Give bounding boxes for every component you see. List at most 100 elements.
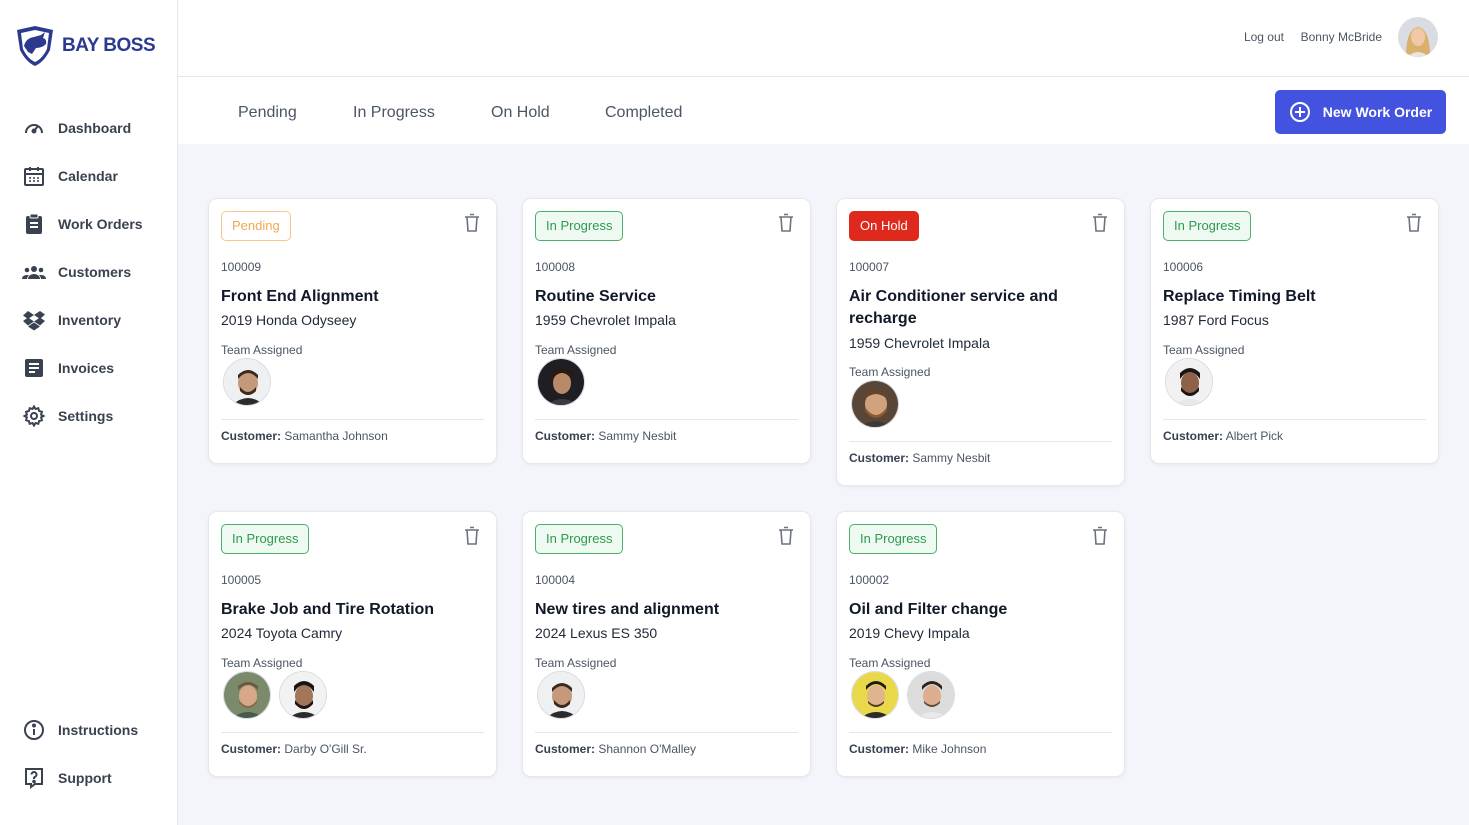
tab-on-hold[interactable]: On Hold xyxy=(491,104,550,122)
status-badge: On Hold xyxy=(849,211,919,241)
customer-name: Shannon O'Malley xyxy=(598,742,697,756)
work-orders-board: Pending 100009 Front End Alignment 2019 … xyxy=(178,144,1469,825)
customer-name: Sammy Nesbit xyxy=(598,429,677,443)
sidebar-item-work-orders[interactable]: Work Orders xyxy=(22,212,143,236)
card-divider xyxy=(1163,419,1426,420)
team-member-avatar[interactable] xyxy=(851,380,899,428)
sidebar-item-inventory[interactable]: Inventory xyxy=(22,308,121,332)
clipboard-icon xyxy=(26,213,42,234)
team-member-avatar[interactable] xyxy=(279,671,327,719)
trash-icon[interactable] xyxy=(1092,526,1108,546)
trash-icon[interactable] xyxy=(778,213,794,233)
card-divider xyxy=(849,732,1112,733)
work-order-number: 100009 xyxy=(221,260,262,274)
customer-line: Customer: Albert Pick xyxy=(1163,429,1283,443)
trash-icon[interactable] xyxy=(464,213,480,233)
work-order-card[interactable]: In Progress 100006 Replace Timing Belt 1… xyxy=(1150,198,1439,464)
boxes-icon xyxy=(23,311,45,331)
sidebar: BAY BOSS Dashboard Calendar Work Orders … xyxy=(0,0,178,825)
team-avatars xyxy=(1165,358,1213,406)
trash-icon[interactable] xyxy=(1092,213,1108,233)
sidebar-item-calendar[interactable]: Calendar xyxy=(22,164,118,188)
trash-icon[interactable] xyxy=(1406,213,1422,233)
team-member-avatar[interactable] xyxy=(537,358,585,406)
team-assigned-label: Team Assigned xyxy=(221,656,303,670)
team-avatars xyxy=(851,380,899,428)
team-member-avatar[interactable] xyxy=(851,671,899,719)
card-divider xyxy=(535,419,798,420)
status-tabs: Pending In Progress On Hold Completed Ne… xyxy=(178,78,1469,144)
team-member-avatar[interactable] xyxy=(537,671,585,719)
work-order-card[interactable]: In Progress 100002 Oil and Filter change… xyxy=(836,511,1125,777)
team-avatars xyxy=(537,671,585,719)
work-order-number: 100004 xyxy=(535,573,576,587)
card-divider xyxy=(221,419,484,420)
tab-in-progress[interactable]: In Progress xyxy=(353,104,435,122)
team-member-avatar[interactable] xyxy=(223,671,271,719)
gauge-icon xyxy=(25,124,43,134)
work-order-title: Routine Service xyxy=(535,288,656,305)
work-order-title: Brake Job and Tire Rotation xyxy=(221,601,435,618)
user-avatar[interactable] xyxy=(1398,17,1438,57)
team-member-avatar[interactable] xyxy=(1165,358,1213,406)
sidebar-item-label: Settings xyxy=(58,408,114,424)
card-divider xyxy=(849,441,1112,442)
work-order-number: 100006 xyxy=(1163,260,1204,274)
customer-line: Customer: Sammy Nesbit xyxy=(849,451,990,465)
team-member-avatar[interactable] xyxy=(907,671,955,719)
sidebar-item-label: Customers xyxy=(58,264,132,280)
plus-circle-icon xyxy=(1289,102,1310,122)
customer-name: Sammy Nesbit xyxy=(912,451,991,465)
sidebar-item-customers[interactable]: Customers xyxy=(22,260,131,284)
work-order-title: Oil and Filter change xyxy=(849,601,1008,618)
users-icon xyxy=(22,266,46,279)
work-order-card[interactable]: In Progress 100008 Routine Service 1959 … xyxy=(522,198,811,464)
work-order-card[interactable]: In Progress 100005 Brake Job and Tire Ro… xyxy=(208,511,497,777)
work-order-card[interactable]: Pending 100009 Front End Alignment 2019 … xyxy=(208,198,497,464)
work-order-card[interactable]: On Hold 100007 Air Conditioner service a… xyxy=(836,198,1125,486)
customer-line: Customer: Samantha Johnson xyxy=(221,429,388,443)
sidebar-item-label: Inventory xyxy=(58,312,122,328)
customer-label: Customer: xyxy=(221,429,282,443)
team-avatars xyxy=(223,358,271,406)
calendar-icon xyxy=(24,167,44,186)
sidebar-item-label: Support xyxy=(58,770,112,786)
work-order-title: Air Conditioner service and recharge xyxy=(849,288,1058,327)
sidebar-item-settings[interactable]: Settings xyxy=(22,404,113,428)
sidebar-item-invoices[interactable]: Invoices xyxy=(22,356,114,380)
status-badge: In Progress xyxy=(535,211,624,241)
team-avatars xyxy=(537,358,585,406)
sidebar-item-support[interactable]: Support xyxy=(22,766,112,790)
team-avatars xyxy=(851,671,955,719)
vehicle: 1959 Chevrolet Impala xyxy=(849,335,990,351)
customer-label: Customer: xyxy=(849,742,910,756)
trash-icon[interactable] xyxy=(464,526,480,546)
sidebar-item-instructions[interactable]: Instructions xyxy=(22,718,138,742)
customer-label: Customer: xyxy=(849,451,910,465)
customer-label: Customer: xyxy=(535,429,596,443)
sidebar-item-dashboard[interactable]: Dashboard xyxy=(22,116,131,140)
brand-name: BAY BOSS xyxy=(62,35,156,56)
tab-pending[interactable]: Pending xyxy=(238,104,297,122)
logout-link[interactable]: Log out xyxy=(1244,30,1284,44)
brand-logo[interactable]: BAY BOSS xyxy=(14,24,156,68)
work-order-number: 100007 xyxy=(849,260,890,274)
tab-completed[interactable]: Completed xyxy=(605,104,682,122)
vehicle: 1987 Ford Focus xyxy=(1163,312,1269,328)
trash-icon[interactable] xyxy=(778,526,794,546)
customer-name: Samantha Johnson xyxy=(284,429,388,443)
status-badge: In Progress xyxy=(849,524,938,554)
work-order-card[interactable]: In Progress 100004 New tires and alignme… xyxy=(522,511,811,777)
team-assigned-label: Team Assigned xyxy=(849,656,931,670)
team-member-avatar[interactable] xyxy=(223,358,271,406)
sidebar-item-label: Calendar xyxy=(58,168,118,184)
status-badge: Pending xyxy=(221,211,291,241)
user-name[interactable]: Bonny McBride xyxy=(1301,30,1382,44)
team-assigned-label: Team Assigned xyxy=(849,365,931,379)
new-work-order-button[interactable]: New Work Order xyxy=(1275,90,1446,134)
sidebar-item-label: Instructions xyxy=(58,722,139,738)
vehicle: 2019 Honda Odyseey xyxy=(221,312,357,328)
customer-line: Customer: Mike Johnson xyxy=(849,742,986,756)
new-work-order-label: New Work Order xyxy=(1322,104,1433,120)
team-assigned-label: Team Assigned xyxy=(535,343,617,357)
